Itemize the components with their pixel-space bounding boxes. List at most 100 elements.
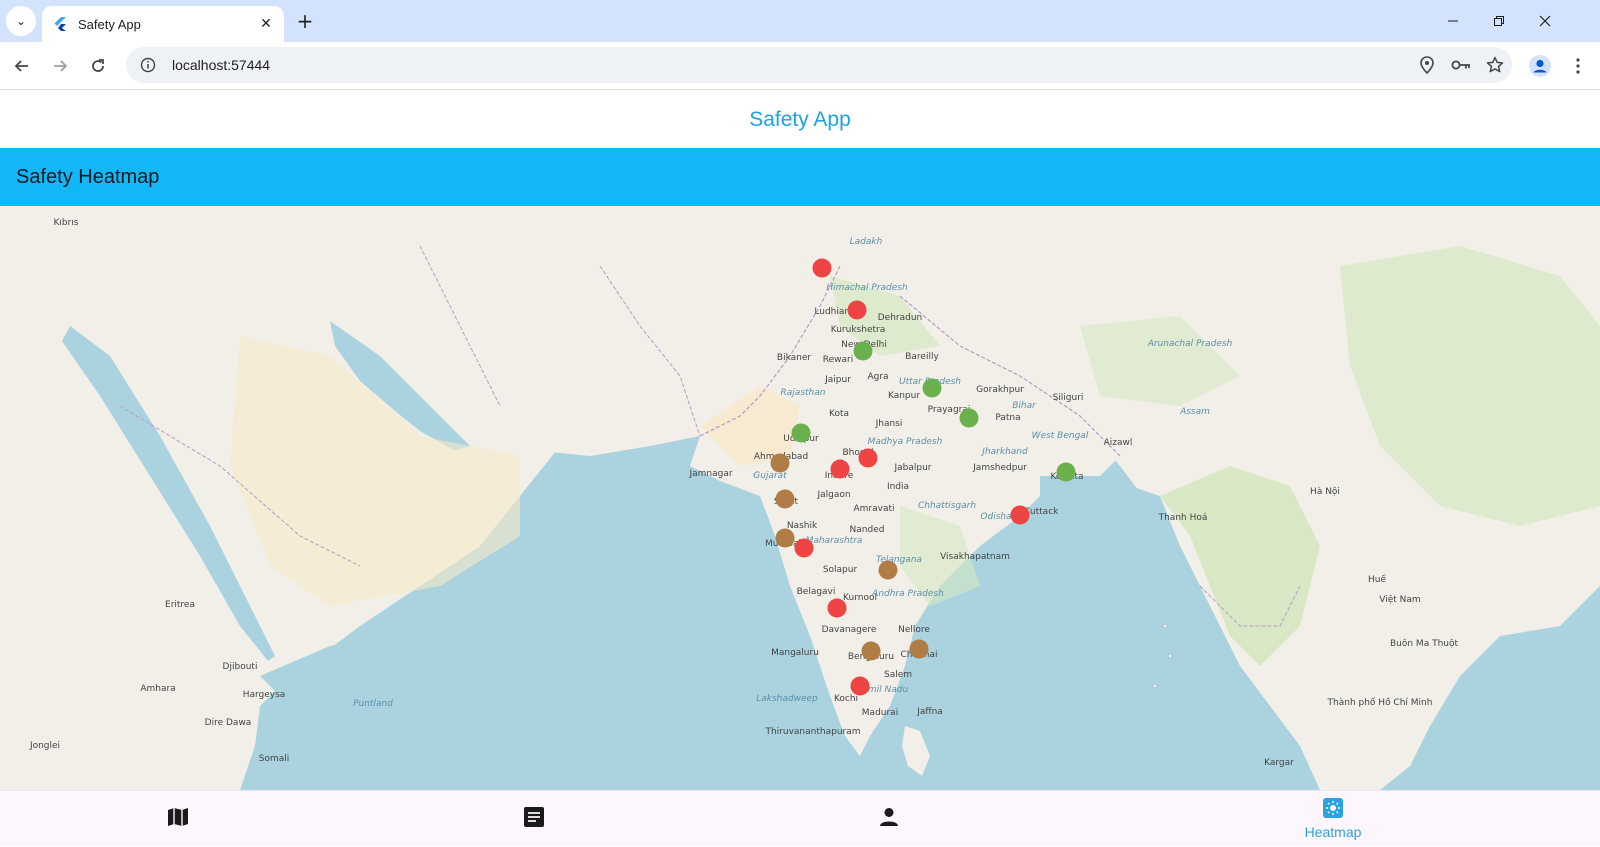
map-label: Jharkhand (982, 447, 1028, 457)
browser-toolbar: localhost:57444 (0, 42, 1600, 90)
heatmap-marker[interactable] (1056, 462, 1076, 482)
tab-close-icon[interactable]: ✕ (256, 14, 276, 34)
map-label: Kargar (1264, 758, 1294, 768)
map-label: Jaipur (825, 375, 851, 385)
heatmap-marker[interactable] (858, 448, 878, 468)
map-label: Solapur (822, 565, 858, 575)
map-label: Madhya Pradesh (867, 437, 943, 447)
heatmap-marker[interactable] (1010, 505, 1030, 525)
map-label: Nanded (849, 525, 885, 535)
map-label: Himachal Pradesh (826, 283, 908, 293)
minimize-window-button[interactable] (1430, 0, 1476, 42)
map-label: Aizawl (1103, 438, 1133, 448)
map-label: Jabalpur (894, 463, 932, 473)
section-title: Safety Heatmap (16, 165, 160, 188)
profile-avatar-icon[interactable] (1524, 50, 1556, 82)
map-label: Maharashtra (805, 536, 863, 546)
map-label: Salem (883, 670, 913, 680)
new-tab-button[interactable]: + (292, 8, 318, 34)
heatmap-marker[interactable] (775, 489, 795, 509)
heatmap-marker[interactable] (909, 639, 929, 659)
heatmap-marker[interactable] (791, 423, 811, 443)
map-label: Odisha (980, 512, 1012, 522)
heatmap-map[interactable]: Ludhiana Dehradun Kurukshetra New Delhi … (0, 206, 1600, 790)
location-icon[interactable] (1410, 48, 1444, 82)
map-icon (167, 807, 189, 831)
map-label: India (886, 482, 910, 492)
map-label: Andhra Pradesh (872, 589, 944, 599)
heatmap-icon (1323, 798, 1343, 822)
map-label: Lakshadweep (756, 694, 818, 704)
map-label: Gorakhpur (976, 385, 1024, 395)
map-label: Việt Nam (1379, 595, 1421, 605)
map-label: Mangaluru (771, 648, 819, 658)
heatmap-marker[interactable] (853, 341, 873, 361)
map-label: Rajasthan (780, 388, 826, 398)
flutter-favicon-icon (54, 17, 68, 31)
map-label: Belagavi (796, 587, 836, 597)
nav-heatmap-button[interactable]: Heatmap (1263, 791, 1403, 847)
nav-profile-button[interactable] (819, 791, 959, 847)
site-info-icon[interactable] (138, 55, 158, 75)
map-label: Jaffna (917, 707, 943, 717)
map-label: Jamnagar (689, 469, 733, 479)
heatmap-marker[interactable] (850, 676, 870, 696)
forward-button[interactable] (44, 50, 76, 82)
map-label: Gujarat (753, 471, 787, 481)
back-button[interactable] (6, 50, 38, 82)
password-key-icon[interactable] (1444, 48, 1478, 82)
map-label: Jonglei (29, 741, 61, 751)
tab-search-dropdown-icon[interactable]: ⌄ (6, 6, 36, 36)
map-label: Arunachal Pradesh (1147, 339, 1233, 349)
map-label: Buôn Ma Thuột (1389, 639, 1459, 649)
browser-tab[interactable]: Safety App ✕ (42, 6, 284, 42)
bookmark-star-icon[interactable] (1478, 48, 1512, 82)
heatmap-marker[interactable] (959, 408, 979, 428)
map-label: Kıbrıs (53, 218, 79, 228)
browser-tab-strip: ⌄ Safety App ✕ + (0, 0, 1600, 42)
map-label: Davanagere (821, 625, 877, 635)
map-label: Thanh Hoá (1158, 513, 1208, 523)
map-label: Hà Nội (1310, 487, 1340, 497)
map-label: Agra (867, 372, 889, 382)
map-label: Patna (995, 413, 1021, 423)
restore-window-button[interactable] (1476, 0, 1522, 42)
heatmap-marker[interactable] (847, 300, 867, 320)
heatmap-marker[interactable] (827, 598, 847, 618)
map-label: Siliguri (1052, 393, 1084, 403)
heatmap-marker[interactable] (775, 528, 795, 548)
article-icon (524, 807, 544, 831)
person-icon (879, 807, 899, 831)
heatmap-marker[interactable] (812, 258, 832, 278)
map-label: Puntland (353, 699, 393, 709)
map-label: Kota (828, 409, 850, 419)
map-label: Madurai (861, 708, 899, 718)
map-label: Thành phố Hồ Chí Minh (1327, 698, 1433, 708)
map-label: Nashik (786, 521, 818, 531)
close-window-button[interactable] (1522, 0, 1568, 42)
heatmap-marker[interactable] (830, 459, 850, 479)
map-label: Kanpur (887, 391, 921, 401)
browser-menu-icon[interactable] (1562, 50, 1594, 82)
map-label: Amravati (853, 504, 895, 514)
bottom-navigation-bar: Heatmap (0, 790, 1600, 846)
heatmap-marker[interactable] (922, 378, 942, 398)
map-label: Hargeysa (242, 690, 286, 700)
heatmap-marker[interactable] (770, 453, 790, 473)
map-label: Kochi (833, 694, 859, 704)
map-label: Jamshedpur (973, 463, 1027, 473)
map-label: Eritrea (165, 600, 195, 610)
address-bar[interactable]: localhost:57444 (126, 47, 1512, 83)
map-label: Chhattisgarh (917, 501, 977, 511)
map-label: West Bengal (1031, 431, 1089, 441)
nav-map-button[interactable] (108, 791, 248, 847)
reload-button[interactable] (82, 50, 114, 82)
heatmap-marker[interactable] (861, 641, 881, 661)
app-title: Safety App (749, 107, 851, 131)
map-label: Jhansi (875, 419, 903, 429)
heatmap-marker[interactable] (878, 560, 898, 580)
nav-reports-button[interactable] (464, 791, 604, 847)
heatmap-marker[interactable] (794, 538, 814, 558)
map-label: Bihar (1012, 401, 1036, 411)
app-bar: Safety App (0, 91, 1600, 148)
